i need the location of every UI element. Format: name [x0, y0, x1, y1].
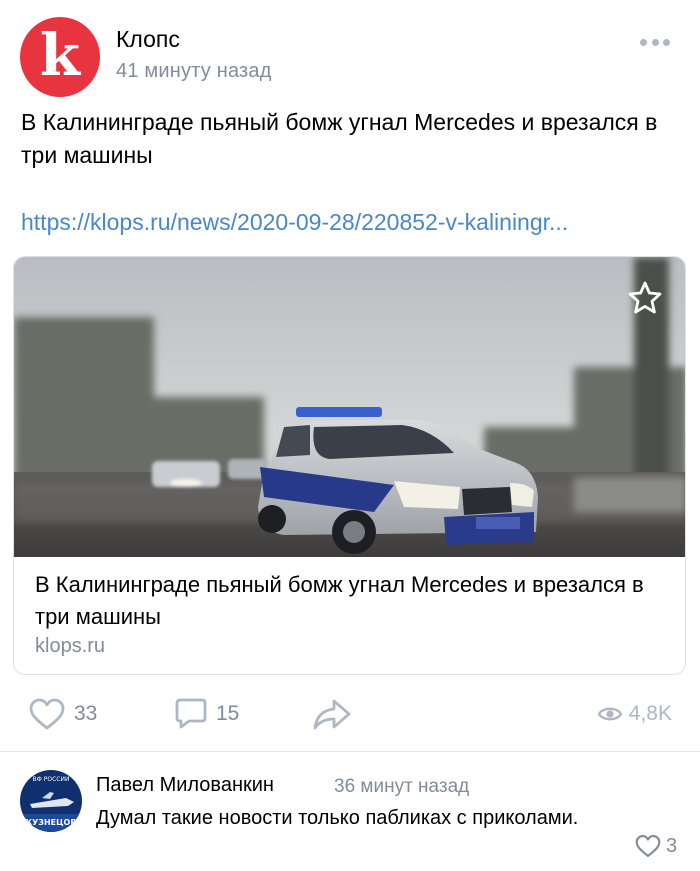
- share-icon: [313, 699, 351, 730]
- avatar-label-top: ВФ РОССИИ: [33, 776, 70, 783]
- card-domain: klops.ru: [35, 635, 106, 657]
- avatar-letter: k: [39, 21, 81, 89]
- divider: [0, 751, 700, 752]
- more-horizontal-icon[interactable]: [640, 32, 670, 52]
- link-preview-card[interactable]: В Калининграде пьяный бомж угнал Mercede…: [13, 256, 686, 675]
- card-title: В Калининграде пьяный бомж угнал Mercede…: [35, 572, 644, 629]
- comment-avatar[interactable]: ВФ РОССИИ КУЗНЕЦОВ: [20, 770, 82, 832]
- card-image: [14, 257, 685, 557]
- comment-icon: [175, 698, 207, 729]
- avatar-label-bottom: КУЗНЕЦОВ: [26, 818, 77, 827]
- post-actions: 33 15 4,8K: [0, 690, 700, 738]
- share-button[interactable]: [312, 690, 352, 738]
- star-icon[interactable]: [626, 279, 664, 317]
- author-avatar[interactable]: k: [20, 17, 100, 97]
- comment-like-button[interactable]: 3: [634, 832, 677, 860]
- comment-time: 36 минут назад: [334, 776, 470, 797]
- views-counter: 4,8K: [597, 690, 672, 738]
- post-header: k Клопс 41 минуту назад: [0, 0, 700, 100]
- post-text: В Калининграде пьяный бомж угнал Mercede…: [21, 109, 658, 168]
- views-count: 4,8K: [628, 702, 672, 725]
- post-time: 41 минуту назад: [116, 60, 272, 82]
- comment-count: 15: [216, 702, 240, 725]
- heart-icon: [635, 835, 661, 857]
- comment-text: Думал такие новости только пабликах с пр…: [96, 807, 579, 829]
- comment-avatar-image: ВФ РОССИИ КУЗНЕЦОВ: [20, 770, 82, 832]
- comment-button[interactable]: 15: [174, 690, 239, 738]
- heart-icon: [29, 698, 65, 730]
- eye-icon: [597, 707, 623, 721]
- comment-like-count: 3: [666, 834, 678, 857]
- post-link[interactable]: https://klops.ru/news/2020-09-28/220852-…: [21, 206, 681, 239]
- like-button[interactable]: 33: [28, 690, 97, 738]
- comment-author[interactable]: Павел Милованкин: [96, 774, 274, 797]
- post-author[interactable]: Клопс: [116, 26, 180, 53]
- like-count: 33: [74, 702, 98, 725]
